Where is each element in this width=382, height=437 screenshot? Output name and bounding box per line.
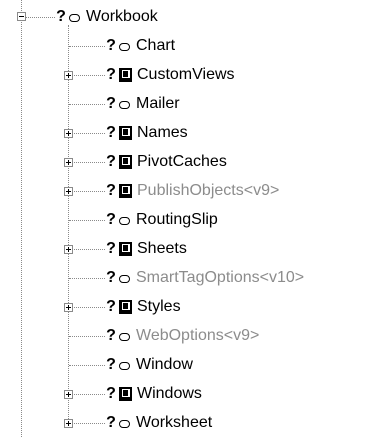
outer-tree-connector	[21, 0, 22, 437]
tree-node-label: Mailer	[136, 95, 180, 112]
collection-icon	[119, 183, 132, 198]
tree-connector	[69, 162, 105, 163]
tree-node[interactable]: ? Names	[106, 121, 188, 145]
expand-toggle[interactable]	[64, 303, 73, 312]
tree-node-label: Sheets	[137, 240, 187, 257]
root-connector	[26, 17, 55, 18]
collection-icon	[119, 386, 132, 401]
object-icon	[119, 419, 130, 428]
expand-toggle[interactable]	[64, 245, 73, 254]
question-mark-icon: ?	[106, 356, 116, 373]
tree-node-label: Names	[137, 124, 188, 141]
children-connector	[68, 25, 69, 421]
tree-node-label: Styles	[137, 298, 181, 315]
tree-node-label: Windows	[137, 385, 202, 402]
expand-toggle[interactable]	[64, 187, 73, 196]
tree-node-root[interactable]: ? Workbook	[56, 5, 158, 29]
tree-connector	[69, 220, 105, 221]
tree-connector	[69, 191, 105, 192]
question-mark-icon: ?	[106, 95, 116, 112]
question-mark-icon: ?	[106, 37, 116, 54]
expand-toggle[interactable]	[64, 419, 73, 428]
tree-node-label: SmartTagOptions<v10>	[136, 269, 305, 286]
tree-connector	[69, 307, 105, 308]
collection-icon	[119, 241, 132, 256]
question-mark-icon: ?	[106, 385, 116, 402]
object-icon	[119, 361, 130, 370]
tree-node[interactable]: ? Styles	[106, 295, 181, 319]
expand-toggle[interactable]	[64, 129, 73, 138]
tree-connector	[69, 423, 105, 424]
tree-node-label: PublishObjects<v9>	[137, 182, 280, 199]
tree-node-label: CustomViews	[137, 66, 235, 83]
tree-node[interactable]: ? RoutingSlip	[106, 208, 218, 232]
collection-icon	[119, 67, 132, 82]
tree-node[interactable]: ? Worksheet	[106, 411, 212, 435]
tree-node-label: Worksheet	[136, 414, 213, 431]
tree-node[interactable]: ? WebOptions<v9>	[106, 324, 259, 348]
tree-connector	[69, 104, 105, 105]
tree-node[interactable]: ? PublishObjects<v9>	[106, 179, 279, 203]
question-mark-icon: ?	[106, 240, 116, 257]
tree-connector	[69, 249, 105, 250]
collection-icon	[119, 299, 132, 314]
tree-connector	[69, 394, 105, 395]
tree-node-label: RoutingSlip	[136, 211, 218, 228]
tree-node-label: Workbook	[86, 8, 158, 25]
tree-node-label: WebOptions<v9>	[136, 327, 260, 344]
tree-node[interactable]: ? Chart	[106, 34, 175, 58]
tree-connector	[69, 133, 105, 134]
question-mark-icon: ?	[106, 153, 116, 170]
expand-toggle[interactable]	[64, 158, 73, 167]
tree-node-label: Chart	[136, 37, 176, 54]
expand-toggle[interactable]	[64, 71, 73, 80]
question-mark-icon: ?	[56, 8, 66, 25]
question-mark-icon: ?	[106, 327, 116, 344]
tree-connector	[69, 336, 105, 337]
expand-toggle[interactable]	[64, 390, 73, 399]
object-model-tree: ? Workbook ? Chart? CustomViews? Mailer? Nam…	[0, 0, 382, 437]
tree-node[interactable]: ? Window	[106, 353, 193, 377]
question-mark-icon: ?	[106, 182, 116, 199]
collection-icon	[119, 154, 132, 169]
collapse-toggle[interactable]	[17, 12, 26, 21]
question-mark-icon: ?	[106, 124, 116, 141]
tree-connector	[69, 46, 105, 47]
object-icon	[119, 216, 130, 225]
question-mark-icon: ?	[106, 269, 116, 286]
tree-connector	[69, 365, 105, 366]
object-icon	[119, 332, 130, 341]
tree-node-label: PivotCaches	[137, 153, 227, 170]
tree-node[interactable]: ? PivotCaches	[106, 150, 227, 174]
tree-connector	[69, 278, 105, 279]
question-mark-icon: ?	[106, 211, 116, 228]
question-mark-icon: ?	[106, 66, 116, 83]
question-mark-icon: ?	[106, 298, 116, 315]
tree-node[interactable]: ? CustomViews	[106, 63, 235, 87]
object-icon	[119, 274, 130, 283]
object-icon	[119, 42, 130, 51]
question-mark-icon: ?	[106, 414, 116, 431]
tree-node[interactable]: ? Windows	[106, 382, 202, 406]
tree-node[interactable]: ? SmartTagOptions<v10>	[106, 266, 304, 290]
object-icon	[69, 13, 80, 22]
collection-icon	[119, 125, 132, 140]
tree-node-label: Window	[136, 356, 193, 373]
tree-connector	[69, 75, 105, 76]
tree-node[interactable]: ? Sheets	[106, 237, 187, 261]
object-icon	[119, 100, 130, 109]
tree-node[interactable]: ? Mailer	[106, 92, 180, 116]
